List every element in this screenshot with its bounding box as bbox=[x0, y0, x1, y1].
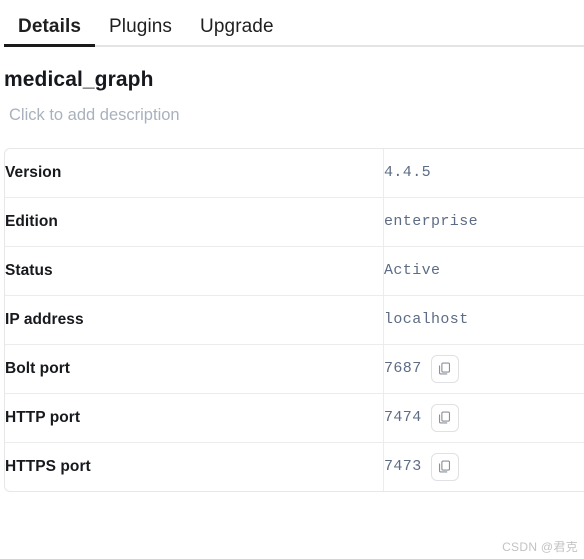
value-wrapper: enterprise bbox=[384, 213, 584, 230]
row-value-edition: enterprise bbox=[384, 213, 479, 231]
table-row: Status Active bbox=[5, 246, 584, 296]
row-value-status-cell: Active bbox=[384, 247, 584, 296]
database-header: medical_graph Click to add description bbox=[0, 47, 584, 126]
row-label-https-port: HTTPS port bbox=[5, 442, 384, 491]
row-value-bolt-port: 7687 bbox=[384, 360, 422, 378]
row-value-https-port-cell: 7473 bbox=[384, 443, 584, 491]
details-table-container: Version 4.4.5 Edition enterprise Status bbox=[0, 147, 584, 492]
copy-http-port-button[interactable] bbox=[430, 403, 459, 432]
value-wrapper: Active bbox=[384, 262, 584, 279]
copy-https-port-button[interactable] bbox=[430, 452, 459, 481]
row-value-version: 4.4.5 bbox=[384, 164, 432, 182]
watermark: CSDN @君克 bbox=[502, 540, 578, 554]
row-value-version-cell: 4.4.5 bbox=[384, 149, 584, 198]
table-row: Edition enterprise bbox=[5, 197, 584, 247]
table-row: IP address localhost bbox=[5, 295, 584, 345]
row-value-ip-address: localhost bbox=[384, 311, 469, 329]
tab-upgrade[interactable]: Upgrade bbox=[186, 17, 288, 47]
row-value-bolt-port-cell: 7687 bbox=[384, 345, 584, 394]
tab-details[interactable]: Details bbox=[4, 16, 96, 47]
row-value-https-port: 7473 bbox=[384, 458, 422, 476]
row-label-edition: Edition bbox=[5, 197, 384, 247]
copy-icon bbox=[437, 410, 452, 425]
table-row: HTTP port 7474 bbox=[5, 393, 584, 443]
row-value-ip-address-cell: localhost bbox=[384, 296, 584, 345]
tab-plugins[interactable]: Plugins bbox=[95, 17, 186, 47]
value-wrapper: localhost bbox=[384, 311, 584, 328]
row-value-status: Active bbox=[384, 262, 441, 280]
tab-details-label: Details bbox=[18, 16, 82, 37]
row-value-http-port: 7474 bbox=[384, 409, 422, 427]
value-wrapper: 7474 bbox=[384, 403, 584, 432]
copy-bolt-port-button[interactable] bbox=[430, 354, 459, 383]
tab-list: Details Plugins Upgrade bbox=[4, 0, 584, 47]
value-wrapper: 7473 bbox=[384, 452, 584, 481]
tab-bar: Details Plugins Upgrade bbox=[0, 0, 584, 47]
table-row: Bolt port 7687 bbox=[5, 344, 584, 394]
row-label-status: Status bbox=[5, 246, 384, 296]
tab-plugins-label: Plugins bbox=[109, 16, 173, 37]
tab-upgrade-label: Upgrade bbox=[200, 16, 274, 37]
page-title: medical_graph bbox=[4, 68, 154, 91]
description-placeholder[interactable]: Click to add description bbox=[4, 106, 584, 126]
row-value-http-port-cell: 7474 bbox=[384, 394, 584, 443]
copy-icon bbox=[437, 459, 452, 474]
row-label-http-port: HTTP port bbox=[5, 393, 384, 443]
row-label-bolt-port: Bolt port bbox=[5, 344, 384, 394]
table-row: HTTPS port 7473 bbox=[5, 442, 584, 491]
copy-icon bbox=[437, 361, 452, 376]
table-row: Version 4.4.5 bbox=[5, 148, 584, 198]
row-label-ip-address: IP address bbox=[5, 295, 384, 345]
row-label-version: Version bbox=[5, 148, 384, 198]
value-wrapper: 7687 bbox=[384, 354, 584, 383]
row-value-edition-cell: enterprise bbox=[384, 198, 584, 247]
value-wrapper: 4.4.5 bbox=[384, 164, 584, 181]
details-table: Version 4.4.5 Edition enterprise Status bbox=[4, 147, 584, 492]
details-table-body: Version 4.4.5 Edition enterprise Status bbox=[5, 148, 584, 491]
